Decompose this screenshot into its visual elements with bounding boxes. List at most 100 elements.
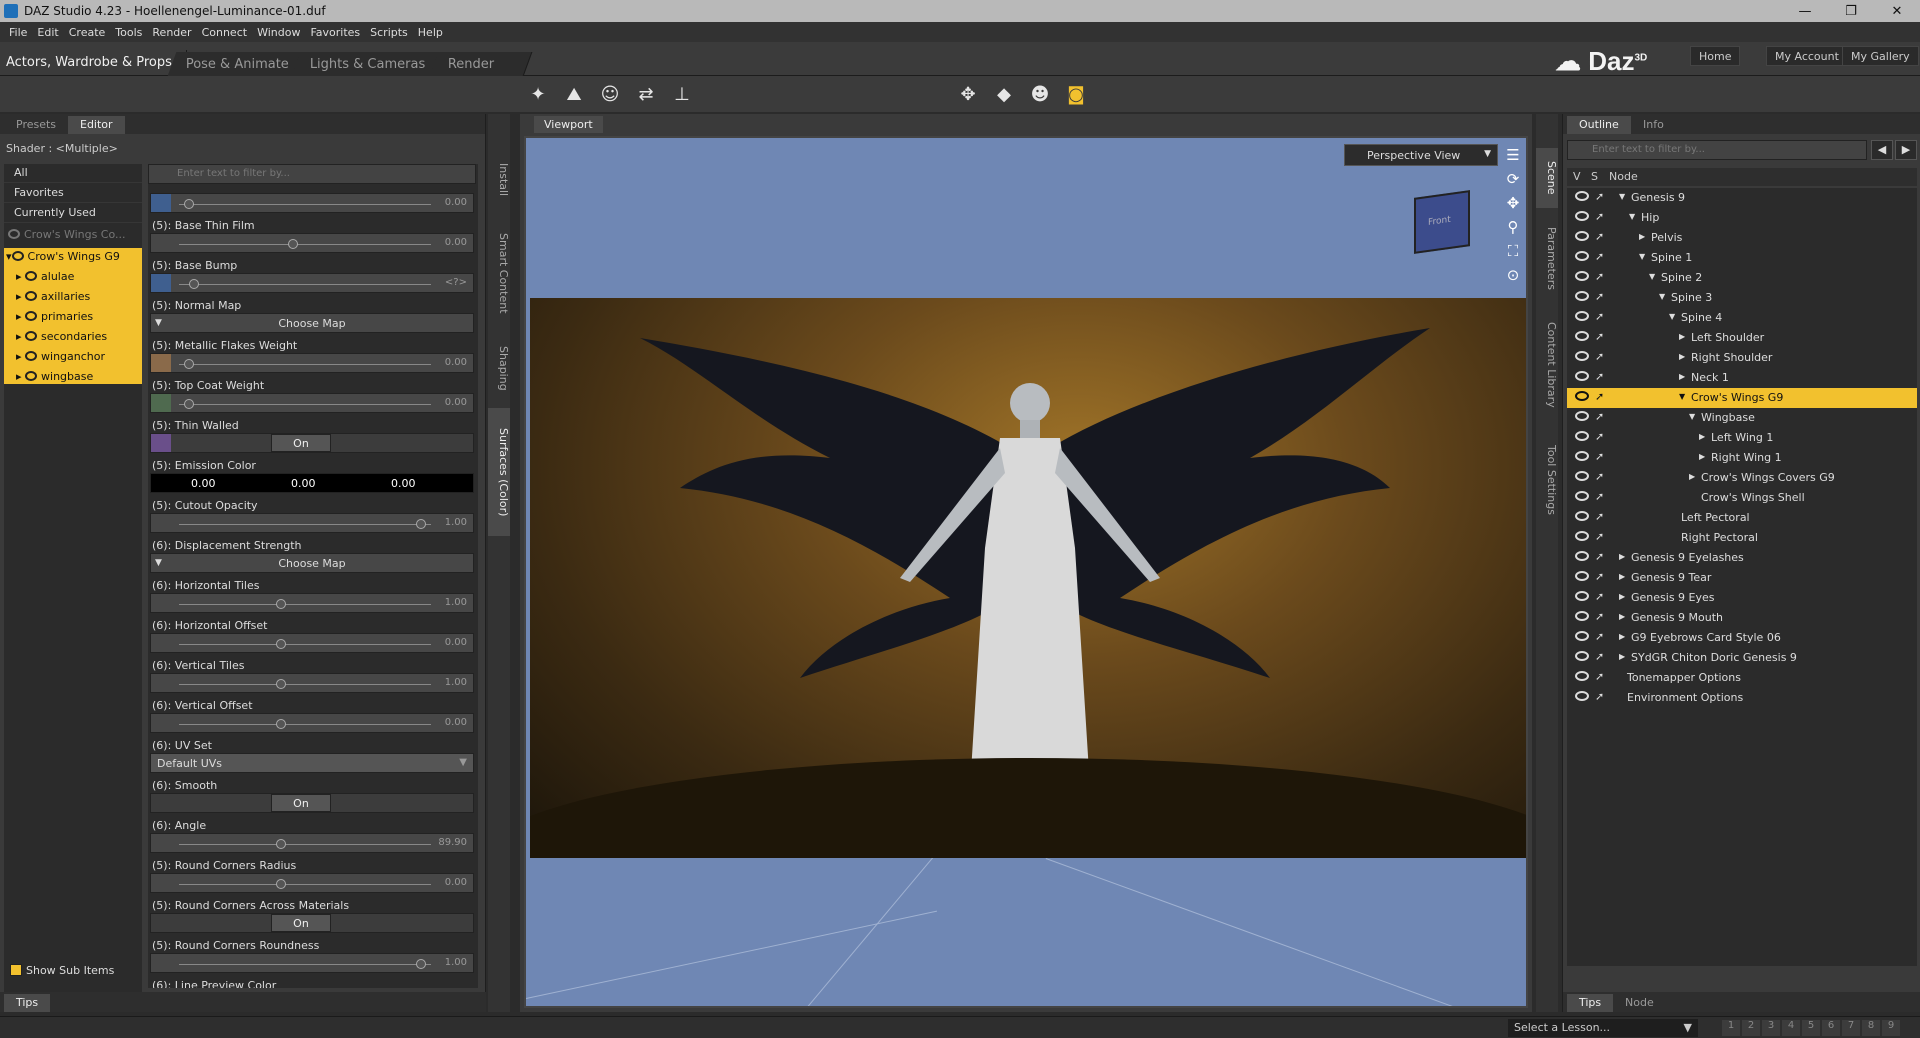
property-slider[interactable]: <?>	[150, 273, 474, 293]
slider-value[interactable]: 1.00	[445, 597, 467, 608]
tree-item-axillaries[interactable]: ▸ axillaries	[16, 290, 90, 310]
slider-value[interactable]: 0.00	[445, 877, 467, 888]
zoom-icon[interactable]: ⚲	[1502, 218, 1524, 238]
tab-scene[interactable]: Scene	[1536, 148, 1558, 208]
cursor-icon[interactable]: ➚	[1595, 310, 1604, 323]
property-slider[interactable]: 0.00	[150, 633, 474, 653]
tab-node[interactable]: Node	[1613, 994, 1666, 1012]
expand-arrow-icon[interactable]: ▶	[1679, 352, 1685, 361]
cursor-icon[interactable]: ➚	[1595, 430, 1604, 443]
map-swatch[interactable]	[151, 354, 171, 372]
eye-icon[interactable]	[1575, 631, 1589, 641]
scene-node-row[interactable]: ➚ ▼ Crow's Wings G9	[1567, 388, 1917, 408]
slider-value[interactable]: <?>	[445, 277, 467, 288]
menu-edit[interactable]: Edit	[32, 26, 63, 39]
tab-actors-wardrobe-props[interactable]: Actors, Wardrobe & Props	[0, 50, 187, 74]
scene-node-row[interactable]: ➚ ▼ Spine 3	[1567, 288, 1917, 308]
eye-icon[interactable]	[1575, 231, 1589, 241]
cursor-icon[interactable]: ➚	[1595, 190, 1604, 203]
eye-icon[interactable]	[1575, 551, 1589, 561]
choose-map-button[interactable]: ▼ Choose Map	[150, 553, 474, 573]
eye-icon[interactable]	[1575, 451, 1589, 461]
eye-icon[interactable]	[1575, 191, 1589, 201]
orbit-icon[interactable]: ⟳	[1502, 170, 1524, 190]
scene-node-row[interactable]: ➚ ▶ SYdGR Chiton Doric Genesis 9	[1567, 648, 1917, 668]
my-account-link[interactable]: My Account	[1766, 46, 1848, 66]
slider-knob[interactable]	[416, 959, 427, 969]
slider-value[interactable]: 0.00	[445, 637, 467, 648]
property-slider[interactable]: 1.00	[150, 513, 474, 533]
cursor-icon[interactable]: ➚	[1595, 270, 1604, 283]
lesson-select[interactable]: Select a Lesson... ▼	[1508, 1019, 1698, 1037]
lesson-page-button[interactable]: 8	[1862, 1020, 1880, 1036]
menu-connect[interactable]: Connect	[197, 26, 252, 39]
slider-knob[interactable]	[275, 719, 286, 729]
universal-tool-icon[interactable]: ✥	[956, 84, 980, 106]
tab-viewport[interactable]: Viewport	[534, 116, 603, 133]
scene-node-row[interactable]: ➚ ▶ Left Wing 1	[1567, 428, 1917, 448]
map-swatch[interactable]	[151, 274, 171, 292]
eye-icon[interactable]	[1575, 571, 1589, 581]
collapse-arrow-icon[interactable]: ▼	[1649, 272, 1655, 281]
scene-node-row[interactable]: ➚ ▼ Hip	[1567, 208, 1917, 228]
tree-item-crows-wings-covers[interactable]: Crow's Wings Co...	[8, 228, 126, 248]
expand-arrow-icon[interactable]: ▶	[1699, 452, 1705, 461]
cursor-icon[interactable]: ➚	[1595, 230, 1604, 243]
render-camera-icon[interactable]: ◙	[1064, 84, 1088, 106]
lesson-page-button[interactable]: 6	[1822, 1020, 1840, 1036]
slider-knob[interactable]	[416, 519, 427, 529]
collapse-arrow-icon[interactable]: ▼	[1629, 212, 1635, 221]
cursor-icon[interactable]: ➚	[1595, 250, 1604, 263]
tab-parameters[interactable]: Parameters	[1536, 218, 1558, 298]
eye-icon[interactable]	[1575, 431, 1589, 441]
column-visible[interactable]: V	[1573, 170, 1581, 183]
property-slider[interactable]: 0.00	[150, 233, 474, 253]
cursor-icon[interactable]: ➚	[1595, 210, 1604, 223]
slider-value[interactable]: 0.00	[445, 717, 467, 728]
cursor-icon[interactable]: ➚	[1595, 630, 1604, 643]
pan-icon[interactable]: ✥	[1502, 194, 1524, 214]
slider-track[interactable]	[179, 604, 431, 605]
slider-knob[interactable]	[275, 599, 286, 609]
figure-group-icon[interactable]: ☺	[598, 84, 622, 106]
tab-editor[interactable]: Editor	[68, 116, 125, 134]
property-slider[interactable]: 1.00	[150, 953, 474, 973]
cursor-icon[interactable]: ➚	[1595, 690, 1604, 703]
slider-track[interactable]	[179, 244, 431, 245]
cursor-icon[interactable]: ➚	[1595, 330, 1604, 343]
collapse-arrow-icon[interactable]: ▼	[1669, 312, 1675, 321]
expand-arrow-icon[interactable]: ▶	[1619, 572, 1625, 581]
tab-surfaces-color[interactable]: Surfaces (Color)	[488, 408, 510, 536]
lesson-page-button[interactable]: 1	[1722, 1020, 1740, 1036]
cursor-icon[interactable]: ➚	[1595, 350, 1604, 363]
slider-track[interactable]	[179, 724, 431, 725]
toggle-on-button[interactable]: On	[271, 434, 331, 452]
expand-arrow-icon[interactable]: ▶	[1619, 632, 1625, 641]
slider-value[interactable]: 1.00	[445, 957, 467, 968]
tree-item-wingbase[interactable]: ▸ wingbase	[16, 370, 93, 390]
category-all[interactable]: All	[4, 164, 142, 183]
expand-arrow-icon[interactable]: ▶	[1689, 472, 1695, 481]
property-slider[interactable]: 0.00	[150, 713, 474, 733]
collapse-arrow-icon[interactable]: ▼	[1619, 192, 1625, 201]
collapse-arrow-icon[interactable]: ▼	[1639, 252, 1645, 261]
tab-presets[interactable]: Presets	[4, 116, 68, 134]
tab-lights-cameras[interactable]: Lights & Cameras	[291, 52, 445, 76]
slider-track[interactable]	[179, 644, 431, 645]
color-field[interactable]: 0.00 0.00 0.00	[150, 473, 474, 493]
scene-node-row[interactable]: ➚ Tonemapper Options	[1567, 668, 1917, 688]
pose-tool-icon[interactable]: ☻	[1028, 84, 1052, 106]
cursor-icon[interactable]: ➚	[1595, 550, 1604, 563]
slider-value[interactable]: 0.00	[445, 397, 467, 408]
scene-node-row[interactable]: ➚ ▶ Genesis 9 Tear	[1567, 568, 1917, 588]
menu-tools[interactable]: Tools	[110, 26, 147, 39]
tab-smart-content[interactable]: Smart Content	[488, 218, 510, 328]
lesson-page-button[interactable]: 7	[1842, 1020, 1860, 1036]
lesson-page-button[interactable]: 3	[1762, 1020, 1780, 1036]
scene-node-row[interactable]: ➚ ▶ Pelvis	[1567, 228, 1917, 248]
scene-node-row[interactable]: ➚ ▶ Neck 1	[1567, 368, 1917, 388]
scene-node-row[interactable]: ➚ Left Pectoral	[1567, 508, 1917, 528]
eye-icon[interactable]	[1575, 351, 1589, 361]
lesson-page-button[interactable]: 5	[1802, 1020, 1820, 1036]
property-slider[interactable]: 0.00	[150, 193, 474, 213]
